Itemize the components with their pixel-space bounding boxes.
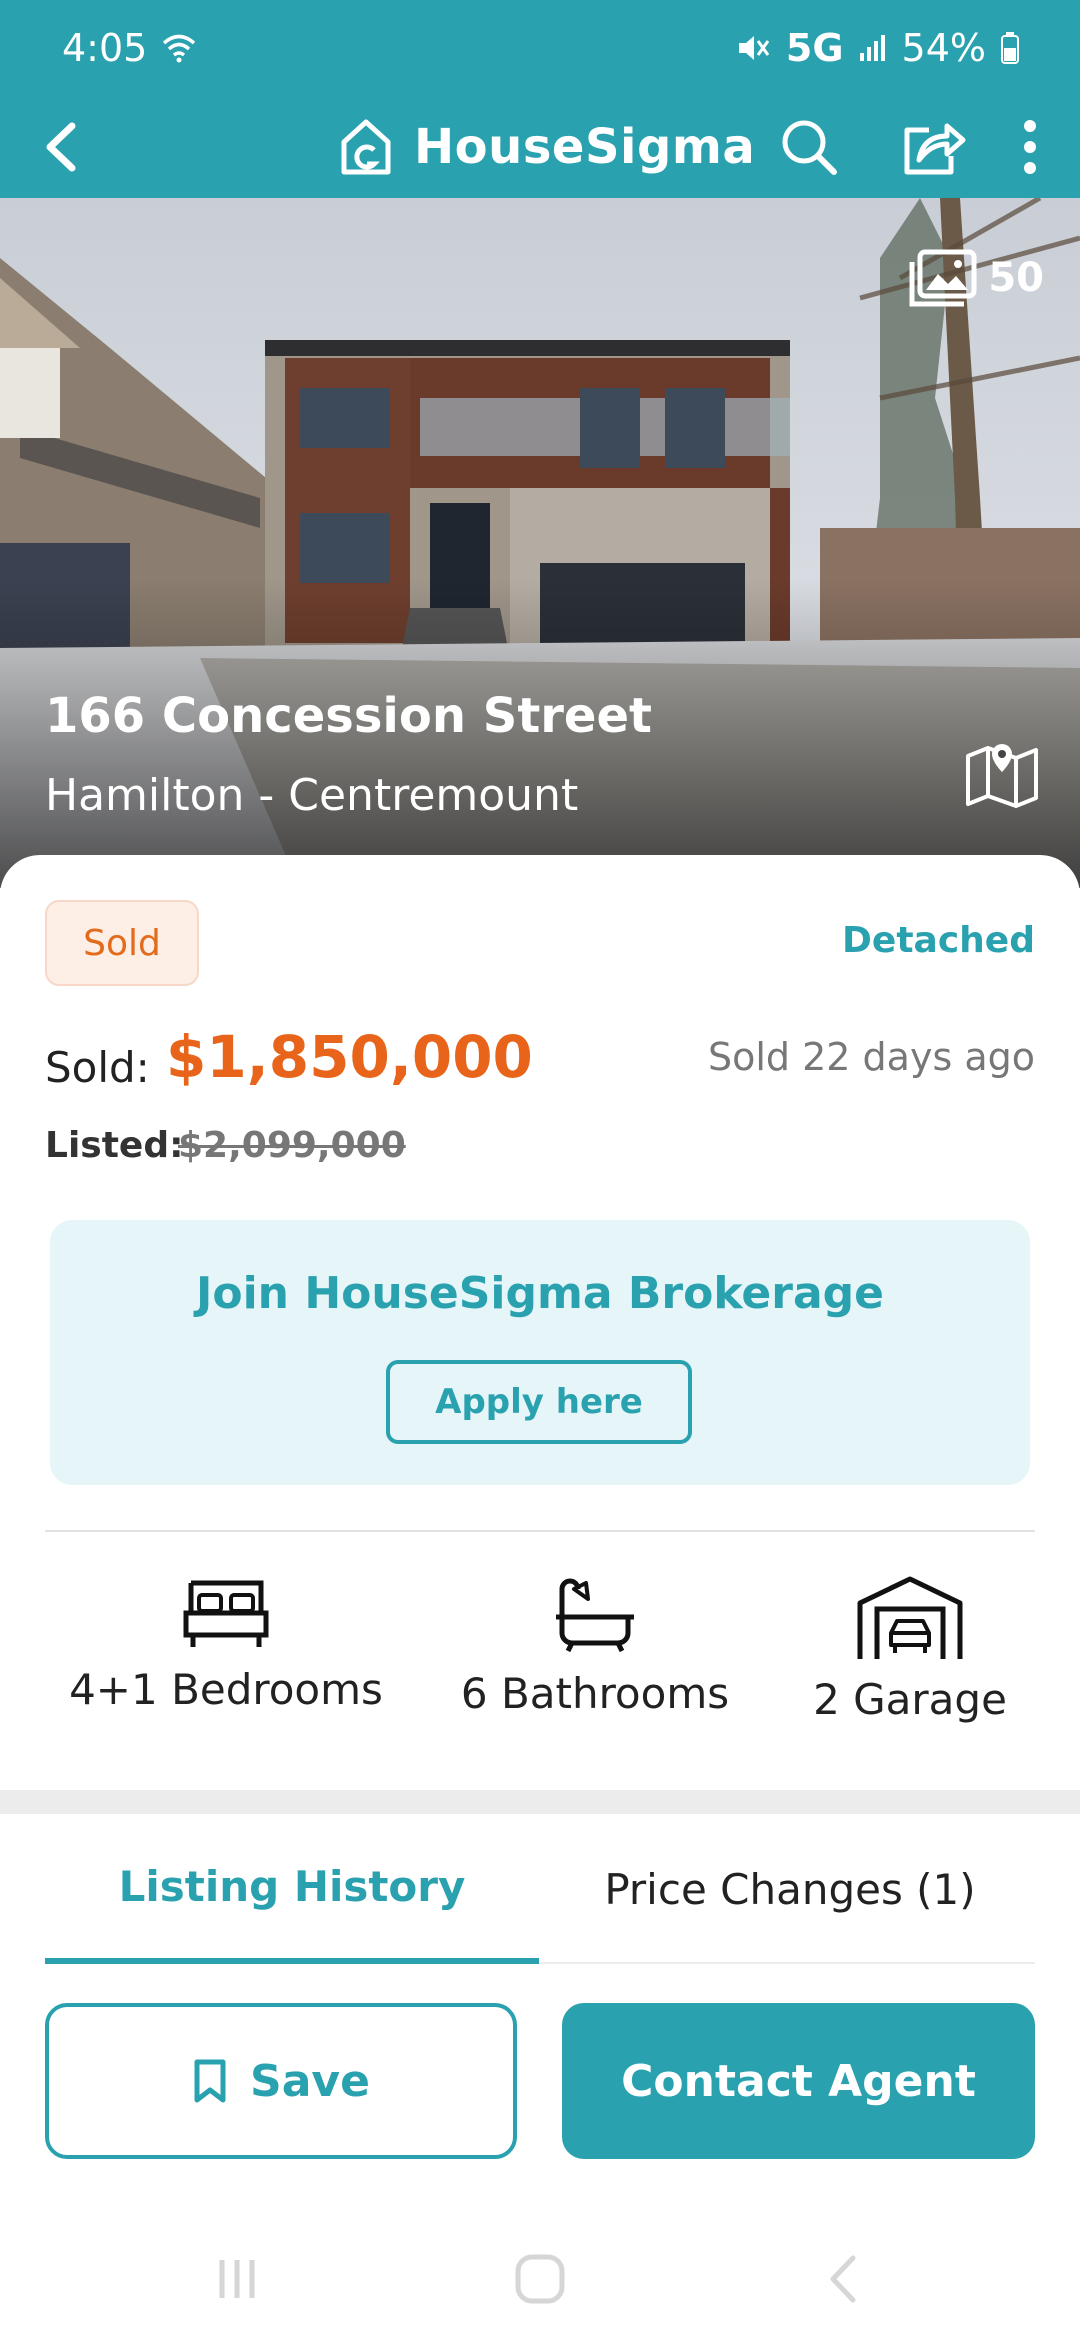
share-button[interactable] [896, 110, 970, 184]
status-time: 4:05 [62, 26, 148, 70]
photo-gallery-button[interactable]: 50 [906, 248, 1044, 308]
photo-count: 50 [988, 255, 1044, 301]
listed-label: Listed: [45, 1125, 184, 1166]
listing-details-card: Sold Detached Sold: $1,850,000 Sold 22 d… [0, 855, 1080, 1795]
garage-label: 2 Garage [813, 1675, 1007, 1724]
property-type: Detached [842, 920, 1035, 961]
status-bar: 4:05 5G 54% [0, 0, 1080, 96]
system-nav-bar [0, 2215, 1080, 2340]
battery-level: 54% [901, 26, 986, 70]
share-icon [904, 123, 966, 175]
sold-price: $1,850,000 [166, 1023, 533, 1091]
apply-here-button[interactable]: Apply here [386, 1360, 692, 1444]
battery-icon [1001, 32, 1019, 64]
chevron-left-icon [46, 122, 76, 172]
app-bar: HouseSigma [0, 96, 1080, 198]
bathtub-icon [556, 1578, 634, 1653]
divider [45, 1530, 1035, 1532]
sold-date: Sold 22 days ago [708, 1035, 1035, 1079]
more-vertical-icon [1024, 120, 1036, 174]
status-badge: Sold [45, 900, 199, 986]
search-icon [782, 120, 837, 175]
home-icon [515, 2254, 565, 2304]
bedrooms-label: 4+1 Bedrooms [69, 1665, 383, 1714]
back-nav-button[interactable] [808, 2249, 878, 2309]
map-button[interactable] [964, 738, 1040, 808]
tab-listing-history[interactable]: Listing History [45, 1814, 539, 1964]
contact-agent-button[interactable]: Contact Agent [562, 2003, 1035, 2159]
garage-icon [857, 1576, 963, 1659]
listing-address: 166 Concession Street [45, 688, 652, 744]
save-button[interactable]: Save [45, 2003, 517, 2159]
photos-icon [909, 249, 977, 307]
feature-bathrooms: 6 Bathrooms [440, 1575, 750, 1718]
sold-label: Sold: [45, 1043, 150, 1092]
wifi-icon [163, 34, 196, 63]
back-icon [830, 2255, 856, 2303]
brand: HouseSigma [336, 108, 755, 186]
back-button[interactable] [30, 114, 96, 180]
feature-garage: 2 Garage [790, 1575, 1030, 1724]
bookmark-icon [194, 2059, 226, 2103]
promo-title: Join HouseSigma Brokerage [196, 1268, 884, 1319]
listing-area: Hamilton - Centremount [45, 770, 579, 821]
network-type: 5G [785, 26, 844, 70]
brand-name: HouseSigma [414, 119, 756, 175]
mute-icon [738, 36, 770, 60]
feature-bedrooms: 4+1 Bedrooms [66, 1575, 386, 1714]
housesigma-logo-icon [341, 119, 391, 175]
search-button[interactable] [772, 110, 846, 184]
listing-photo[interactable]: 50 166 Concession Street Hamilton - Cent… [0, 198, 1080, 888]
brokerage-promo: Join HouseSigma Brokerage Apply here [50, 1220, 1030, 1485]
bathrooms-label: 6 Bathrooms [460, 1669, 730, 1718]
save-label: Save [250, 2055, 370, 2107]
home-button[interactable] [505, 2249, 575, 2309]
signal-icon [859, 35, 885, 61]
tab-price-changes[interactable]: Price Changes (1) [545, 1814, 1035, 1964]
recent-apps-button[interactable] [202, 2249, 272, 2309]
property-features: 4+1 Bedrooms 6 Bathrooms 2 Garage [0, 1575, 1080, 1735]
more-options-button[interactable] [1000, 110, 1060, 184]
recent-apps-icon [219, 2260, 255, 2298]
map-icon [966, 744, 1038, 808]
section-separator [0, 1790, 1080, 1814]
listed-price: $2,099,000 [178, 1125, 406, 1166]
bed-icon [183, 1580, 269, 1647]
history-tabs: Listing History Price Changes (1) [45, 1814, 1035, 1964]
